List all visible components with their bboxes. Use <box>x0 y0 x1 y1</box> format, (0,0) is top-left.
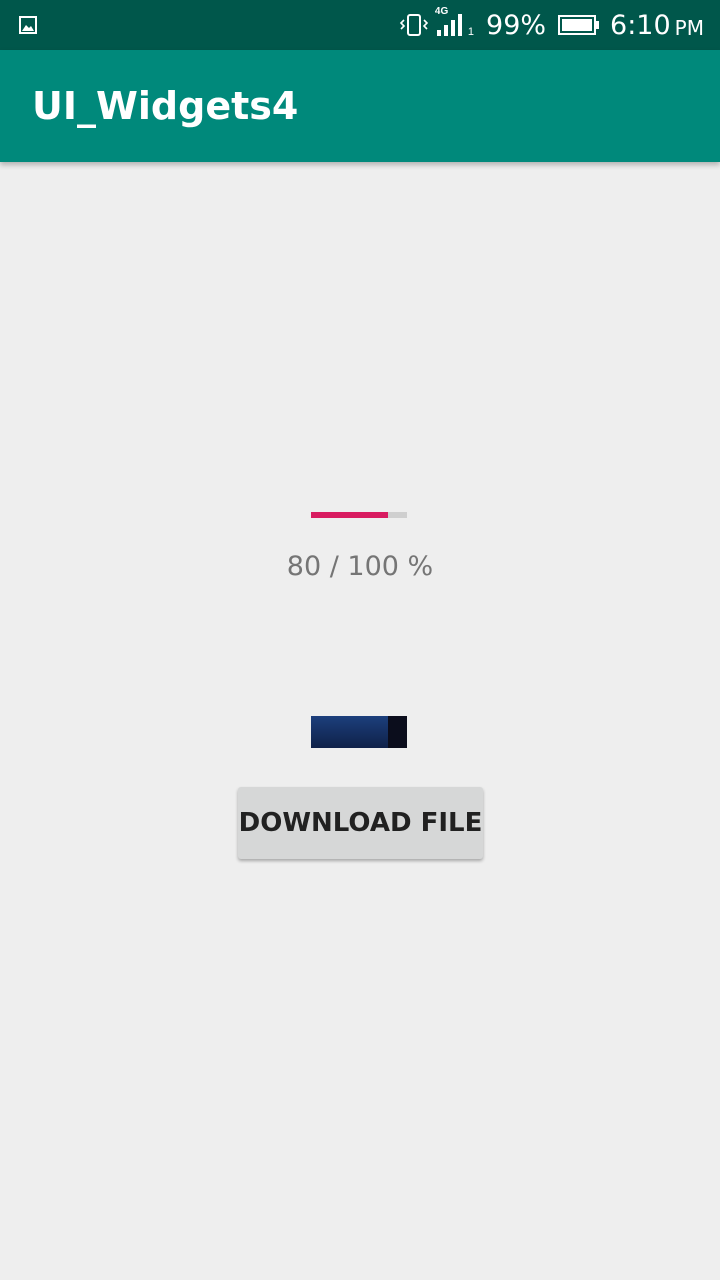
status-bar: 4G 1 99% 6:10 PM <box>0 0 720 50</box>
vibrate-icon <box>399 13 429 37</box>
horizontal-progress-bar <box>311 512 407 518</box>
clock-ampm: PM <box>674 16 704 40</box>
clock-time: 6:10 <box>610 9 671 41</box>
network-type-label: 4G <box>434 6 449 17</box>
secondary-progress-bar <box>311 716 407 748</box>
image-notification-icon <box>19 16 37 39</box>
app-bar: UI_Widgets4 <box>0 50 720 162</box>
battery-icon <box>558 15 600 35</box>
battery-percent: 99% <box>486 9 547 41</box>
download-file-button[interactable]: DOWNLOAD FILE <box>238 787 483 859</box>
progress-label: 80 / 100 % <box>286 551 434 582</box>
signal-icon: 4G 1 <box>435 6 475 38</box>
sim-slot-label: 1 <box>467 26 475 38</box>
progress-bar-fill <box>311 512 388 518</box>
secondary-progress-fill <box>311 716 388 748</box>
app-title: UI_Widgets4 <box>32 84 299 128</box>
